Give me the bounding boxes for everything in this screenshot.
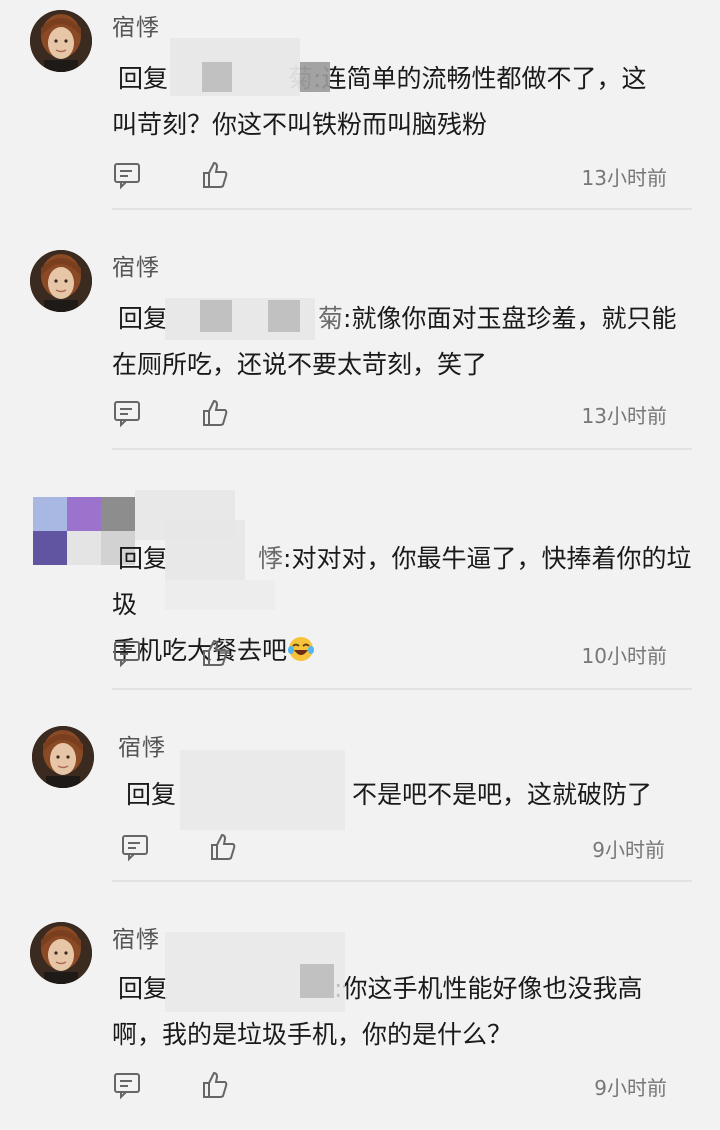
comment-line: 在厕所吃，还说不要太苛刻，笑了 [112,350,488,379]
comment-bubble-icon[interactable] [112,1070,142,1100]
comment-line: 啊，我的是垃圾手机，你的是什么？ [112,1020,513,1049]
comment-item: 宿悸 回复 菊:就像你面对玉盘珍羞，就只能 在厕所吃，还说不要太苛刻，笑了 13小… [0,240,720,450]
comment-line: :连简单的流畅性都做不了，这 [313,64,647,93]
username[interactable]: 宿悸 [112,920,160,954]
redaction-mosaic [180,750,345,830]
redaction-mosaic [200,300,232,332]
reply-prefix: 回复 [118,304,169,333]
comment-actions: 13小时前 [112,160,667,194]
comment-bubble-icon[interactable] [120,832,150,862]
reply-prefix: 回复 [118,974,169,1003]
username[interactable]: 宿悸 [112,248,160,282]
comment-actions: 13小时前 [112,398,667,432]
avatar[interactable] [32,726,94,788]
comment-bubble-icon[interactable] [112,638,142,668]
redaction-mosaic [165,520,245,580]
comment-item: 回复 悸:对对对，你最牛逼了，快捧着你的垃圾 手机吃大餐去吧 10小时前 [0,480,720,690]
timestamp: 10小时前 [581,644,667,668]
divider [112,208,692,210]
comment-line: :你这手机性能好像也没我高 [334,974,643,1003]
timestamp: 9小时前 [594,1076,667,1100]
timestamp: 9小时前 [592,838,665,862]
reply-target-tail[interactable]: 悸 [258,544,283,573]
comment-item: 宿悸 回复 :你这手机性能好像也没我高 啊，我的是垃圾手机，你的是什么？ 9小时前 [0,912,720,1130]
thumbs-up-icon[interactable] [200,1070,230,1100]
comment-bubble-icon[interactable] [112,160,142,190]
comment-item: 宿悸 回复菊:连简单的流畅性都做不了，这 叫苛刻？你这不叫铁粉而叫脑残粉 13小… [0,0,720,210]
reply-prefix: 回复 [118,64,169,93]
redaction-mosaic [202,62,232,92]
avatar-image [32,726,94,788]
redaction-mosaic [300,62,330,92]
timestamp: 13小时前 [581,166,667,190]
avatar-image [30,922,92,984]
comment-actions: 9小时前 [112,1070,667,1104]
avatar[interactable] [30,922,92,984]
avatar[interactable] [30,250,92,312]
thumbs-up-icon[interactable] [200,398,230,428]
avatar-image [30,10,92,72]
redaction-mosaic [165,580,275,610]
comment-line: 叫苛刻？你这不叫铁粉而叫脑残粉 [112,110,488,139]
thumbs-up-icon[interactable] [200,160,230,190]
comment-line: :就像你面对玉盘珍羞，就只能 [343,304,677,333]
comment-line: 不是吧不是吧，这就破防了 [352,780,653,809]
reply-prefix: 回复 [118,544,169,573]
username[interactable]: 宿悸 [112,8,160,42]
redaction-mosaic [268,300,300,332]
comment-actions: 10小时前 [112,638,667,672]
avatar-image [30,250,92,312]
reply-target-tail[interactable]: 菊 [318,304,343,333]
comment-item: 宿悸 回复 不是吧不是吧，这就破防了 9小时前 [0,720,720,882]
thumbs-up-icon[interactable] [208,832,238,862]
comment-actions: 9小时前 [120,832,665,866]
avatar[interactable] [30,10,92,72]
divider [112,880,692,882]
timestamp: 13小时前 [581,404,667,428]
comment-feed: 宿悸 回复菊:连简单的流畅性都做不了，这 叫苛刻？你这不叫铁粉而叫脑残粉 13小… [0,0,720,1130]
comment-bubble-icon[interactable] [112,398,142,428]
redaction-mosaic [170,38,300,96]
divider [112,448,692,450]
divider [112,688,692,690]
thumbs-up-icon[interactable] [200,638,230,668]
redaction-mosaic [300,964,334,998]
reply-prefix: 回复 [126,780,177,809]
username[interactable]: 宿悸 [118,728,166,762]
